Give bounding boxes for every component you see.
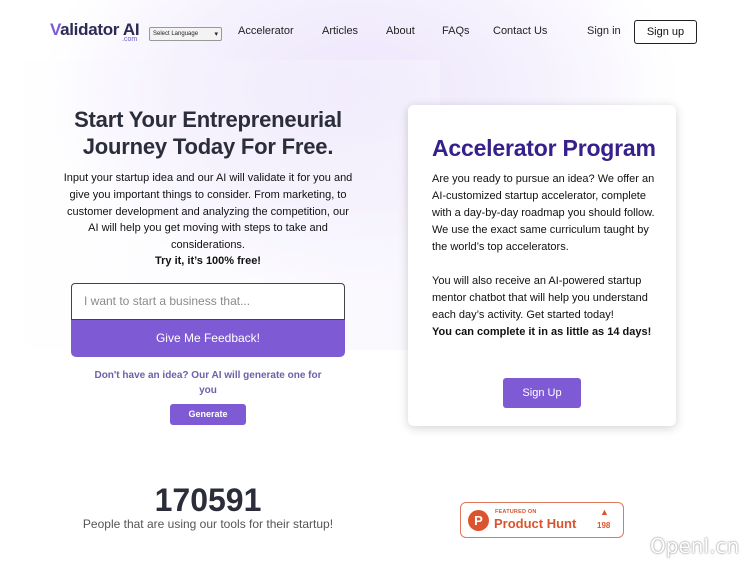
accelerator-para-1: Are you ready to pursue an idea? We offe… [432,173,655,253]
accelerator-title: Accelerator Program [432,135,656,161]
product-hunt-badge[interactable]: P FEATURED ON Product Hunt ▲ 198 [460,502,624,538]
idea-input[interactable]: I want to start a business that... [71,283,345,320]
user-count: 170591 [154,482,262,518]
logo-subtext: .com [122,36,138,43]
hero-try-text: Try it, it’s 100% free! [155,255,261,267]
hero-title: Start Your Entrepreneurial Journey Today… [74,107,342,159]
user-count-label: People that are using our tools for thei… [82,517,334,531]
accelerator-body: Are you ready to pursue an idea? We offe… [432,171,660,341]
product-hunt-featured: FEATURED ON [495,509,537,515]
site-header: Validator AI .com Select Language ▾ Acce… [0,0,750,64]
accelerator-card: Accelerator Program Are you ready to pur… [408,105,676,426]
nav-about[interactable]: About [386,25,415,37]
product-hunt-votes: 198 [597,521,611,530]
chevron-down-icon: ▾ [214,31,218,38]
language-select-label: Select Language [153,31,199,37]
no-idea-text: Don't have an idea? Our AI will generate… [94,370,322,396]
nav-accelerator[interactable]: Accelerator [238,25,294,37]
watermark: OpenI.cn [650,534,740,558]
nav-articles[interactable]: Articles [322,25,358,37]
generate-button[interactable]: Generate [170,404,246,425]
nav-faqs[interactable]: FAQs [442,25,470,37]
upvote-arrow-icon: ▲ [600,507,609,517]
signin-link[interactable]: Sign in [587,25,621,37]
signup-button[interactable]: Sign up [634,20,697,44]
product-hunt-name: Product Hunt [494,516,577,531]
give-feedback-button[interactable]: Give Me Feedback! [71,320,345,357]
product-hunt-logo-icon: P [468,510,489,531]
accelerator-para-2: You will also receive an AI-powered star… [432,275,648,321]
accelerator-para-3: You can complete it in as little as 14 d… [432,326,652,338]
accelerator-signup-button[interactable]: Sign Up [503,378,581,408]
hero-description: Input your startup idea and our AI will … [63,172,353,252]
logo-v: V [50,20,61,39]
language-select[interactable]: Select Language ▾ [149,27,222,41]
nav-contact-us[interactable]: Contact Us [493,25,547,37]
